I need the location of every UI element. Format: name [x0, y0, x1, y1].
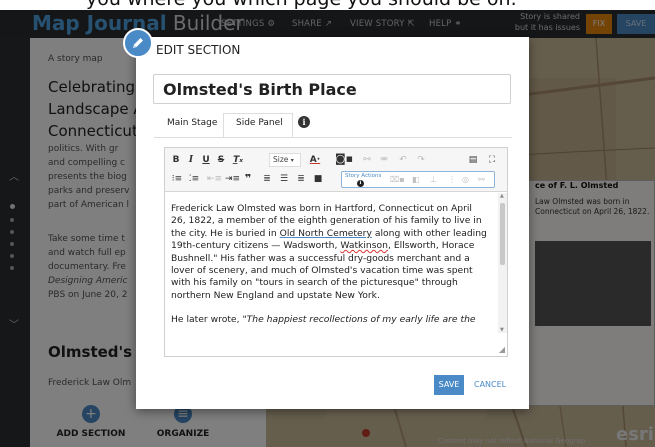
text-color-icon[interactable]: A· [307, 153, 323, 167]
story-actions-group: Story Actions i ⌧▪ ◧ ⊥ ⋮ ◎ ⚯ [341, 171, 495, 188]
link-action-icon: ⚯ [478, 175, 485, 184]
top-caption: you where you which page you should be o… [86, 0, 517, 10]
link-icon: ⚯ [363, 155, 371, 165]
scroll-down-icon[interactable]: ▼ [500, 327, 504, 333]
navigate-action-icon: ⋮ [448, 175, 456, 184]
editor-scrollbar[interactable]: ▲ ▼ [498, 193, 507, 333]
story-actions-label: Story Actions [345, 173, 382, 179]
info-icon[interactable]: i [298, 116, 310, 128]
editor-content[interactable]: Frederick Law Olmsted was born in Hartfo… [165, 193, 495, 331]
story-actions-info-icon[interactable]: i [357, 180, 364, 187]
indent-icon[interactable]: ⇥≡ [225, 172, 240, 186]
chevron-down-icon: ▾ [290, 157, 294, 164]
strikethrough-icon[interactable]: S [216, 153, 226, 167]
pencil-icon [123, 28, 153, 58]
bullet-list-icon[interactable]: ⁚≡ [188, 172, 200, 186]
top-caption-strip: you where you which page you should be o… [0, 0, 655, 10]
bold-icon[interactable]: B [171, 153, 181, 167]
font-size-label: Size [273, 155, 289, 164]
location-action-icon: ⊥ [430, 175, 437, 184]
tab-divider [154, 137, 512, 138]
dialog-title: EDIT SECTION [156, 43, 241, 57]
edit-section-dialog: EDIT SECTION Main Stage Side Panel i B I… [136, 37, 529, 409]
content-paragraph: Frederick Law Olmsted was born in Hartfo… [171, 203, 487, 302]
editor-toolbar: B I U S T̲ₓ Size ▾ A· ◙▪ ⚯ ⚮ ↶ ↷ ▤ ⛶ ⁝≡ … [165, 148, 507, 192]
resize-handle-icon[interactable]: ◢ [499, 345, 505, 354]
misspelled-word: Watkinson [340, 240, 388, 252]
rich-text-editor: B I U S T̲ₓ Size ▾ A· ◙▪ ⚯ ⚮ ↶ ↷ ▤ ⛶ ⁝≡ … [164, 147, 508, 357]
underline-icon[interactable]: U [201, 153, 211, 167]
clear-format-icon[interactable]: T̲ₓ [232, 153, 244, 167]
outdent-icon: ⇤≡ [207, 174, 223, 184]
italic-icon[interactable]: I [186, 153, 196, 167]
align-center-icon[interactable]: ☰ [278, 172, 290, 186]
scrollbar-thumb[interactable] [500, 203, 505, 265]
content-paragraph: He later wrote, "The happiest recollecti… [171, 314, 487, 326]
source-code-icon[interactable]: ▤ [467, 153, 479, 167]
save-button[interactable]: SAVE [434, 375, 464, 395]
tab-side-panel[interactable]: Side Panel [236, 118, 283, 128]
map-action-icon: ⌧▪ [390, 175, 405, 184]
tab-main-stage[interactable]: Main Stage [167, 118, 217, 128]
media-icon[interactable]: ◙▪ [335, 152, 353, 166]
unlink-icon: ⚮ [380, 155, 388, 165]
zoom-action-icon: ◎ [462, 175, 469, 184]
align-left-icon[interactable]: ≣ [261, 172, 273, 186]
scroll-up-icon[interactable]: ▲ [500, 193, 504, 199]
p2-text-a: He later wrote, [171, 314, 243, 326]
undo-icon: ↶ [399, 155, 407, 165]
fullscreen-icon[interactable]: ⛶ [486, 153, 498, 167]
justify-icon[interactable]: ■ [312, 172, 324, 186]
section-title-input[interactable] [153, 74, 511, 104]
p2-quote: "The happiest recollections of my early … [242, 314, 476, 326]
align-right-icon[interactable]: ≣ [295, 172, 307, 186]
cancel-button[interactable]: CANCEL [474, 375, 506, 395]
media-action-icon: ◧ [412, 175, 420, 184]
blockquote-icon[interactable]: ❞ [242, 172, 254, 186]
font-size-select[interactable]: Size ▾ [269, 153, 301, 167]
redo-icon: ↷ [417, 155, 425, 165]
numbered-list-icon[interactable]: ⁝≡ [171, 172, 183, 186]
old-north-cemetery-link[interactable]: Old North Cemetery [280, 228, 372, 239]
